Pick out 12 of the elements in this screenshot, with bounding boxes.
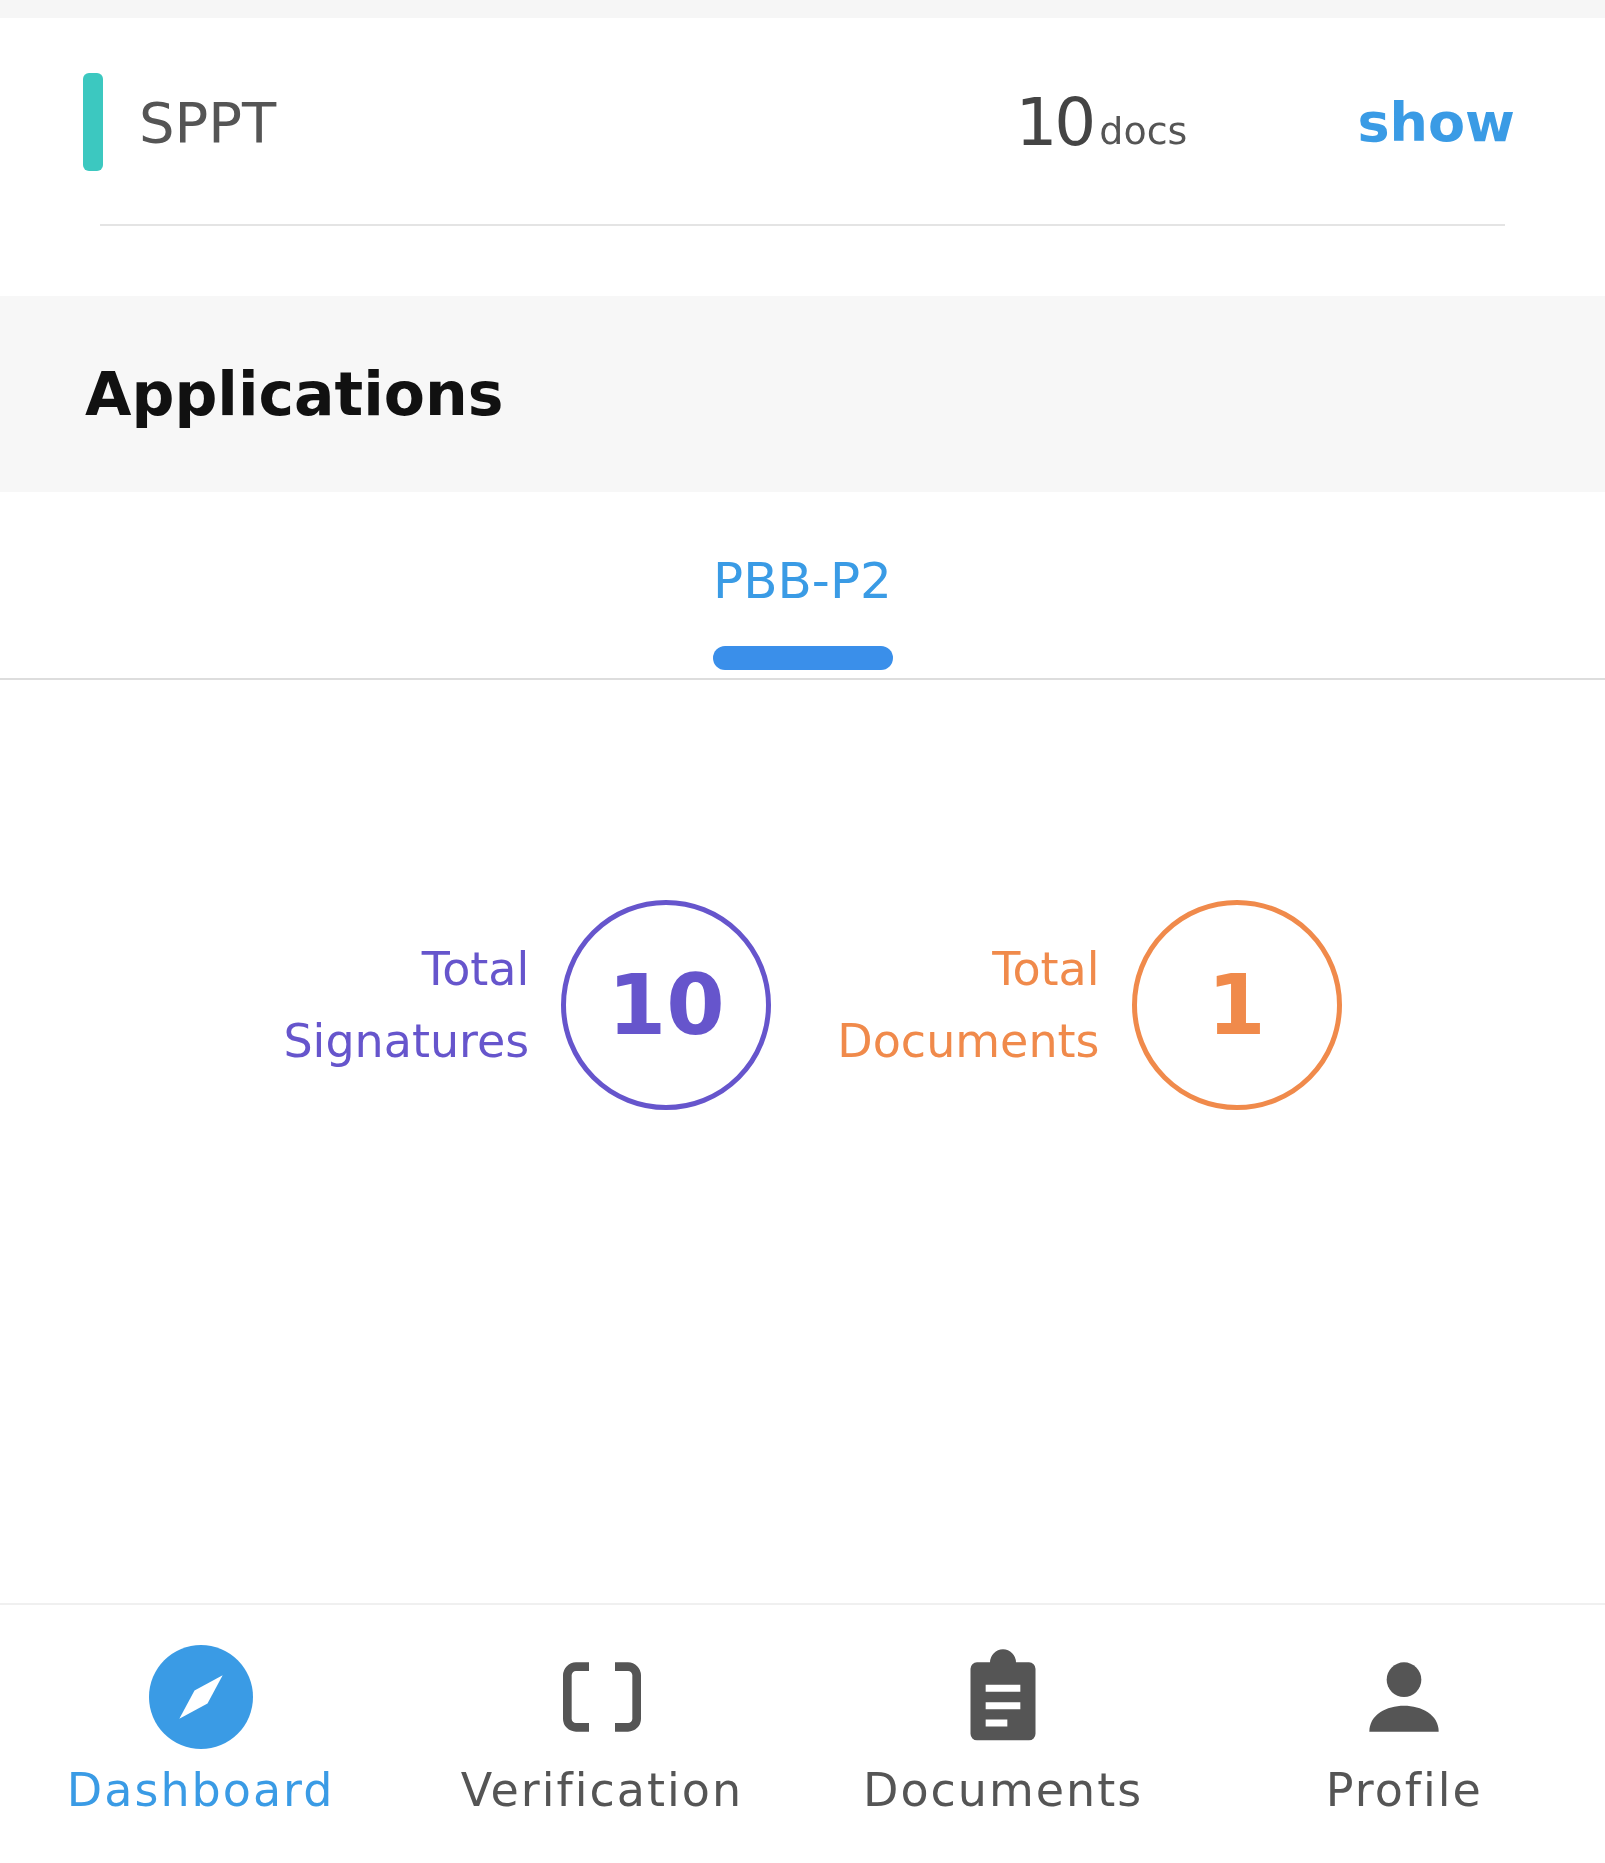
nav-item[interactable]: Profile <box>1203 1605 1605 1863</box>
doc-count: 10 <box>1015 83 1094 161</box>
doc-unit: docs <box>1099 109 1188 153</box>
nav-item[interactable]: Documents <box>802 1605 1204 1863</box>
section-title: Applications <box>85 359 504 429</box>
category-label: SPPT <box>139 89 278 155</box>
nav-item[interactable]: Verification <box>401 1605 803 1863</box>
stat-label: Total Documents <box>837 941 1100 1070</box>
stat-circle: 10 <box>561 900 772 1110</box>
stat-circle: 1 <box>1131 900 1342 1110</box>
compass-icon <box>148 1645 253 1749</box>
stat-label: Total Signatures <box>283 941 530 1070</box>
